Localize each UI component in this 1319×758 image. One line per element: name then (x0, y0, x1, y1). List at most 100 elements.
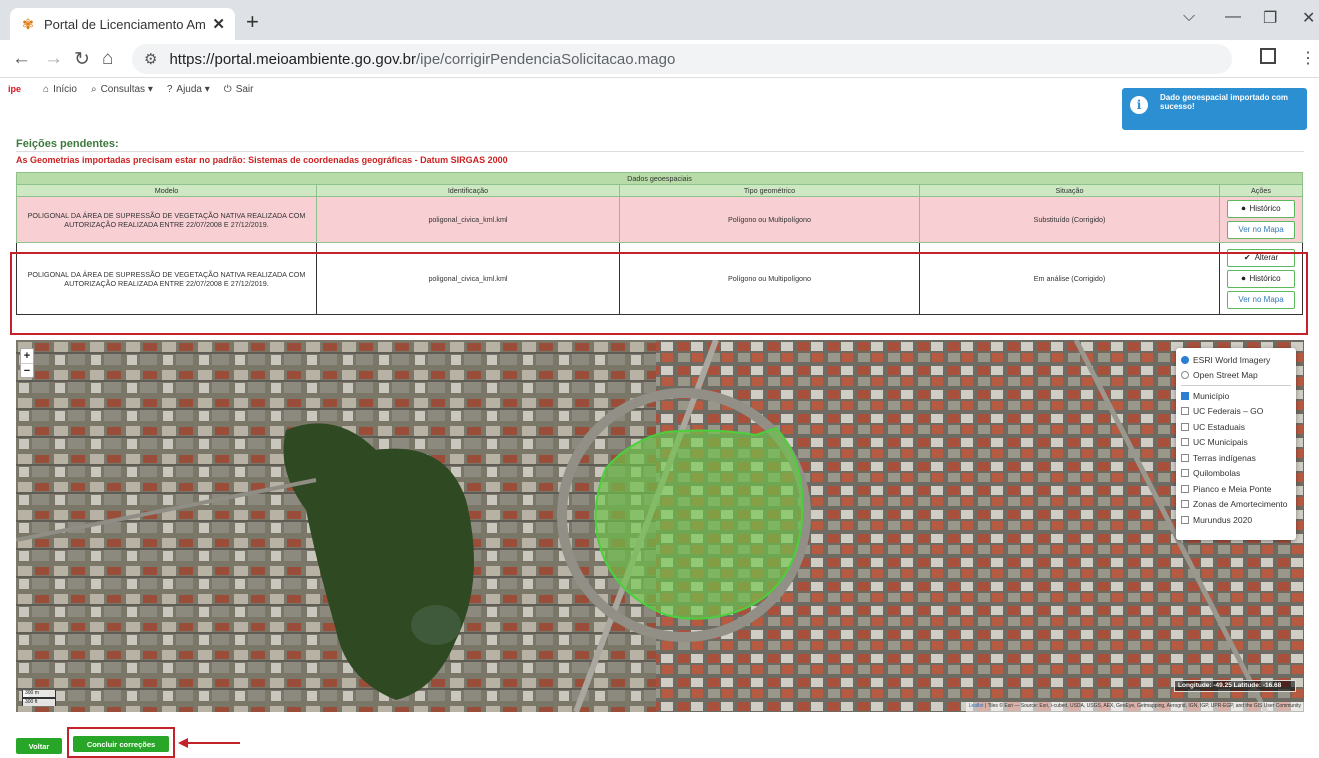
tab-close-icon[interactable]: ✕ (212, 15, 225, 33)
red-arrow-icon (178, 738, 240, 748)
overlay-label: UC Federais – GO (1193, 406, 1264, 417)
table-group-header: Dados geoespaciais (15, 172, 1304, 185)
cell-acoes: ✔ Alterar ⏺ Histórico Ver no Mapa (1218, 242, 1304, 315)
col-header-identificacao: Identificação (316, 184, 620, 197)
tab-search-icon[interactable]: ⌵ (1183, 8, 1195, 26)
ver-no-mapa-button[interactable]: Ver no Mapa (1227, 290, 1296, 309)
checkbox-icon (1181, 500, 1189, 509)
checkbox-icon (1181, 438, 1189, 447)
radio-icon (1181, 355, 1189, 364)
cell-modelo: POLIGONAL DA ÁREA DE SUPRESSÃO DE VEGETA… (16, 242, 317, 315)
browser-tab[interactable]: ✾ Portal de Licenciamento Ambient ✕ (10, 8, 235, 40)
overlay-zonas[interactable]: Zonas de Amortecimento (1181, 497, 1291, 513)
table-row: POLIGONAL DA ÁREA DE SUPRESSÃO DE VEGETA… (16, 196, 1304, 243)
historico-label: Histórico (1249, 273, 1281, 283)
features-table: Dados geoespaciais Modelo Identificação … (15, 172, 1304, 315)
polygon-feature (594, 426, 804, 620)
col-header-modelo: Modelo (16, 184, 317, 197)
url-path: /ipe/corrigirPendenciaSolicitacao.mago (415, 50, 676, 68)
overlay-municipio[interactable]: Município (1181, 388, 1291, 404)
map-view[interactable]: + − ESRI World Imagery Open Street Map M… (16, 340, 1304, 712)
info-icon: i (1130, 96, 1148, 114)
back-icon[interactable]: ← (12, 48, 31, 70)
alterar-button[interactable]: ✔ Alterar (1227, 248, 1296, 267)
history-icon: ⏺ (1241, 204, 1246, 213)
side-panel-icon[interactable] (1260, 48, 1276, 64)
minimize-button[interactable]: — (1225, 8, 1241, 26)
checkbox-icon (1181, 453, 1189, 462)
app-logo[interactable]: ipe (8, 84, 21, 94)
voltar-button[interactable]: Voltar (16, 738, 62, 754)
overlay-label: Murundus 2020 (1193, 514, 1253, 525)
layer-label: Open Street Map (1193, 370, 1258, 381)
historico-label: Histórico (1249, 204, 1281, 213)
menu-inicio[interactable]: ⌂ Início (43, 84, 77, 95)
power-icon: ⏻ (223, 83, 232, 95)
overlay-label: Zonas de Amortecimento (1193, 499, 1288, 510)
historico-button[interactable]: ⏺ Histórico (1227, 269, 1296, 288)
overlay-label: Quilombolas (1193, 468, 1241, 479)
zoom-in-button[interactable]: + (21, 349, 33, 363)
overlay-label: Município (1193, 390, 1230, 401)
layer-label: ESRI World Imagery (1193, 354, 1271, 365)
leaflet-link[interactable]: Leaflet (969, 703, 984, 709)
checkbox-icon (1181, 515, 1189, 524)
cell-identificacao: poligonal_civica_kml.kml (316, 196, 620, 243)
close-window-button[interactable]: ✕ (1302, 8, 1315, 28)
table-row: POLIGONAL DA ÁREA DE SUPRESSÃO DE VEGETA… (16, 242, 1304, 315)
cell-identificacao: poligonal_civica_kml.kml (316, 242, 620, 315)
home-icon: ⌂ (43, 83, 50, 95)
menu-sair-label: Sair (235, 83, 254, 95)
layer-esri[interactable]: ESRI World Imagery (1181, 352, 1291, 368)
forward-icon[interactable]: → (44, 48, 63, 70)
browser-tab-bar: ✾ Portal de Licenciamento Ambient ✕ + ⌵ … (0, 0, 1319, 40)
alterar-label: Alterar (1254, 252, 1279, 262)
divider (16, 151, 1304, 152)
map-attribution: Leaflet | Tiles © Esri — Source: Esri, i… (965, 702, 1304, 712)
success-toast[interactable]: i Dado geoespacial importado com sucesso… (1122, 88, 1307, 130)
coordinates-readout: Longitude: -49.25 Latitude: -16.68 (1174, 680, 1296, 692)
scale-bar: 300 m 300 ft (22, 690, 56, 706)
overlay-terras-indigenas[interactable]: Terras indígenas (1181, 450, 1291, 466)
overlay-quilombolas[interactable]: Quilombolas (1181, 466, 1291, 482)
satellite-imagery (16, 340, 1304, 712)
check-icon: ✔ (1243, 252, 1251, 262)
overlay-uc-federais[interactable]: UC Federais – GO (1181, 404, 1291, 420)
col-header-tipo: Tipo geométrico (619, 184, 920, 197)
overlay-uc-estaduais[interactable]: UC Estaduais (1181, 419, 1291, 435)
site-info-icon[interactable]: ⚙ (144, 50, 157, 68)
maximize-button[interactable]: ❐ (1263, 8, 1277, 28)
concluir-correcoes-button[interactable]: Concluir correções (73, 736, 169, 752)
menu-consultas[interactable]: ⌕ Consultas ▾ (91, 84, 153, 95)
ver-no-mapa-button[interactable]: Ver no Mapa (1227, 221, 1296, 239)
historico-button[interactable]: ⏺ Histórico (1227, 200, 1296, 218)
geometry-warning: As Geometrias importadas precisam estar … (16, 155, 508, 165)
home-icon[interactable]: ⌂ (102, 48, 113, 70)
checkbox-icon (1181, 484, 1189, 493)
checkbox-icon (1181, 469, 1189, 478)
col-header-situacao: Situação (919, 184, 1220, 197)
toast-message: Dado geoespacial importado com sucesso! (1160, 93, 1289, 111)
cell-situacao: Em análise (Corrigido) (919, 242, 1220, 315)
cell-modelo: POLIGONAL DA ÁREA DE SUPRESSÃO DE VEGETA… (16, 196, 317, 243)
layer-divider (1181, 385, 1291, 386)
browser-menu-icon[interactable]: ⋮ (1300, 48, 1316, 68)
menu-ajuda[interactable]: ? Ajuda ▾ (167, 84, 210, 95)
checkbox-icon (1181, 422, 1189, 431)
layer-control: ESRI World Imagery Open Street Map Munic… (1176, 348, 1296, 540)
overlay-murundus[interactable]: Murundus 2020 (1181, 512, 1291, 528)
overlay-uc-municipais[interactable]: UC Municipais (1181, 435, 1291, 451)
url-field[interactable]: ⚙ https://portal.meioambiente.go.gov.br /… (132, 44, 1232, 74)
zoom-out-button[interactable]: − (21, 363, 33, 377)
checkbox-icon (1181, 407, 1189, 416)
overlay-label: UC Municipais (1193, 437, 1248, 448)
layer-osm[interactable]: Open Street Map (1181, 368, 1291, 384)
overlay-label: Pianco e Meia Ponte (1193, 483, 1272, 494)
menu-ajuda-label: Ajuda ▾ (176, 83, 210, 95)
overlay-pianco[interactable]: Pianco e Meia Ponte (1181, 481, 1291, 497)
address-bar-row: ← → ↻ ⌂ ⚙ https://portal.meioambiente.go… (0, 40, 1319, 78)
new-tab-button[interactable]: + (246, 9, 259, 35)
overlay-label: Terras indígenas (1193, 452, 1256, 463)
menu-sair[interactable]: ⏻ Sair (224, 84, 254, 95)
reload-icon[interactable]: ↻ (74, 48, 90, 71)
